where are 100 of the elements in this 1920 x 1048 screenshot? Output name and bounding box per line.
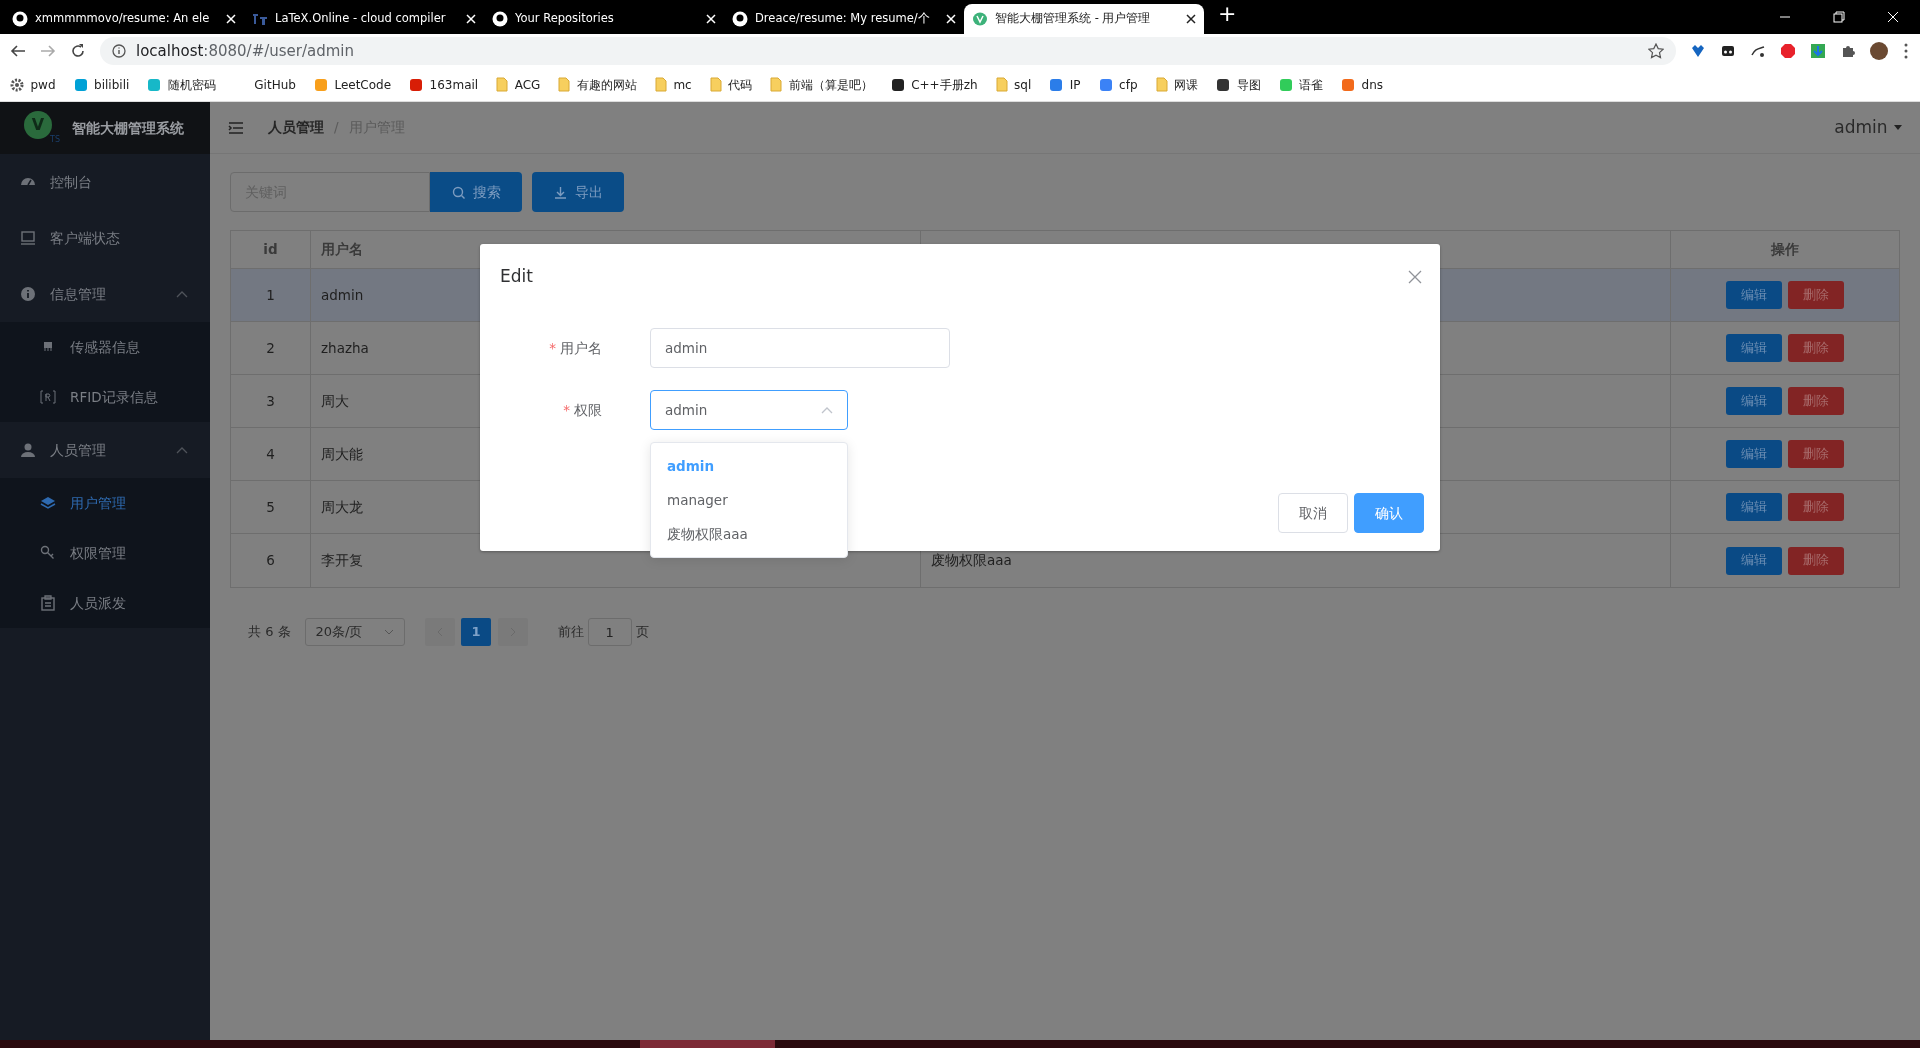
breadcrumb-separator: / xyxy=(334,118,339,138)
user-menu[interactable]: admin xyxy=(1834,114,1902,141)
select-field[interactable]: admin xyxy=(650,390,848,430)
bookmark[interactable]: GitHub xyxy=(233,75,296,94)
page-button[interactable]: 1 xyxy=(461,618,492,646)
layers-icon xyxy=(40,495,56,511)
back-icon[interactable] xyxy=(10,43,26,59)
chevron-up-icon xyxy=(176,446,188,454)
dropdown-option[interactable]: manager xyxy=(651,483,847,517)
table-cell: 1 xyxy=(231,269,311,321)
bookmark[interactable]: C++手册zh xyxy=(890,75,978,94)
logo: V TS xyxy=(24,111,60,145)
folder-icon xyxy=(709,77,722,92)
app-title: 智能大棚管理系统 xyxy=(72,118,184,138)
goto-label: 前往 xyxy=(557,623,584,642)
menu-item[interactable]: 控制台 xyxy=(0,154,210,210)
table-cell: 4 xyxy=(231,428,311,480)
new-tab-button[interactable]: + xyxy=(1218,0,1237,30)
bookmark[interactable]: mc xyxy=(654,75,692,94)
export-button[interactable]: 导出 xyxy=(532,172,624,212)
field-label: * 权限 xyxy=(562,400,603,420)
menu-item[interactable]: 信息管理 xyxy=(0,266,210,322)
bookmark[interactable]: IP xyxy=(1049,75,1081,94)
breadcrumb-item[interactable]: 人员管理 xyxy=(268,117,324,138)
tab-title: Your Repositories xyxy=(515,10,615,28)
bookmark[interactable]: 前端（算是吧） xyxy=(770,75,873,94)
folder-icon xyxy=(496,77,509,92)
user-icon xyxy=(20,442,36,458)
submenu-item[interactable]: 人员派发 xyxy=(0,578,210,628)
bookmark[interactable]: ACG xyxy=(496,75,541,94)
page-size-select[interactable]: 20条/页 xyxy=(304,618,405,646)
bookmark[interactable]: dns xyxy=(1341,75,1383,94)
adblock-icon[interactable] xyxy=(1780,43,1796,59)
tab-title: Dreace/resume: My resume/个 xyxy=(755,10,931,28)
field-label: * 用户名 xyxy=(548,338,603,358)
column-header: id xyxy=(231,231,311,268)
caret-icon xyxy=(1894,125,1902,130)
input-field[interactable]: admin xyxy=(650,328,950,368)
menu-item[interactable]: 人员管理 xyxy=(0,422,210,478)
bookmark[interactable]: sql xyxy=(995,75,1032,94)
bookmark[interactable]: 随机密码 xyxy=(147,75,216,94)
submenu-item[interactable]: 用户管理 xyxy=(0,478,210,528)
info-icon xyxy=(112,44,126,58)
column-header: 操作 xyxy=(1770,240,1800,260)
browser-tab[interactable]: 智能大棚管理系统 - 用户管理 xyxy=(964,4,1204,34)
page-input[interactable]: 1 xyxy=(587,618,632,646)
page-suffix: 页 xyxy=(635,623,649,642)
restore-icon[interactable] xyxy=(1830,9,1848,25)
bookmark[interactable]: cfp xyxy=(1098,75,1138,94)
avatar-icon[interactable] xyxy=(1870,42,1888,60)
download-icon[interactable] xyxy=(1810,43,1826,59)
search-button[interactable]: 搜索 xyxy=(430,172,522,212)
table-cell: 2 xyxy=(231,322,311,374)
bookmark[interactable]: 导图 xyxy=(1216,75,1261,94)
chevron-up-icon xyxy=(821,406,833,414)
info-icon xyxy=(20,286,36,302)
submenu-item[interactable]: 权限管理 xyxy=(0,528,210,578)
bookmark[interactable]: 163mail xyxy=(409,75,479,94)
puzzle-icon[interactable] xyxy=(1840,43,1856,59)
download-icon xyxy=(553,185,567,199)
folder-icon xyxy=(654,77,667,92)
submenu-item[interactable]: 传感器信息 xyxy=(0,322,210,372)
bookmark[interactable]: 代码 xyxy=(709,75,753,94)
menu-item[interactable]: 客户端状态 xyxy=(0,210,210,266)
browser-tab[interactable]: xmmmmmovo/resume: An ele xyxy=(4,4,244,34)
close-icon[interactable] xyxy=(1186,14,1196,24)
chevron-up-icon xyxy=(176,290,188,298)
address-bar[interactable]: localhost:8080/#/user/admin xyxy=(100,37,1676,65)
key-icon xyxy=(40,545,56,561)
rfid-icon xyxy=(40,389,56,405)
star-icon[interactable] xyxy=(1648,43,1664,59)
folder-icon xyxy=(558,77,571,92)
bookmark[interactable]: LeetCode xyxy=(313,75,392,94)
table-cell: 3 xyxy=(231,375,311,427)
bookmark[interactable]: 有趣的网站 xyxy=(558,75,637,94)
folder-icon xyxy=(1155,77,1168,92)
total-count: 共 6 条 xyxy=(248,623,291,642)
more-icon[interactable] xyxy=(1902,43,1910,59)
browser-tab[interactable]: LaTeX.Online - cloud compiler xyxy=(244,4,484,34)
folder-icon xyxy=(995,77,1008,92)
bookmark[interactable]: 网课 xyxy=(1155,75,1199,94)
tab-title: 智能大棚管理系统 - 用户管理 xyxy=(995,10,1152,28)
tab-title: xmmmmmovo/resume: An ele xyxy=(35,10,211,28)
tab-title: LaTeX.Online - cloud compiler xyxy=(275,10,447,28)
browser-tab[interactable]: Your Repositories xyxy=(484,4,724,34)
chevron-down-icon xyxy=(383,629,394,635)
cancel-button[interactable]: 取消 xyxy=(1277,493,1348,533)
folder-icon xyxy=(770,77,783,92)
clipboard-icon xyxy=(40,595,56,611)
url-text: localhost:8080/#/user/admin xyxy=(136,40,355,62)
reload-icon[interactable] xyxy=(70,43,86,59)
bookmark[interactable]: 语雀 xyxy=(1278,75,1324,94)
monitor-icon xyxy=(20,230,36,246)
browser-tab[interactable]: Dreace/resume: My resume/个 xyxy=(724,4,964,34)
close-icon xyxy=(1408,269,1422,284)
submenu-item[interactable]: RFID记录信息 xyxy=(0,372,210,422)
menu-icon[interactable] xyxy=(228,120,244,135)
bookmark[interactable]: bilibili xyxy=(73,75,130,94)
bookmark[interactable]: pwd xyxy=(10,75,56,94)
search-icon xyxy=(451,185,465,199)
